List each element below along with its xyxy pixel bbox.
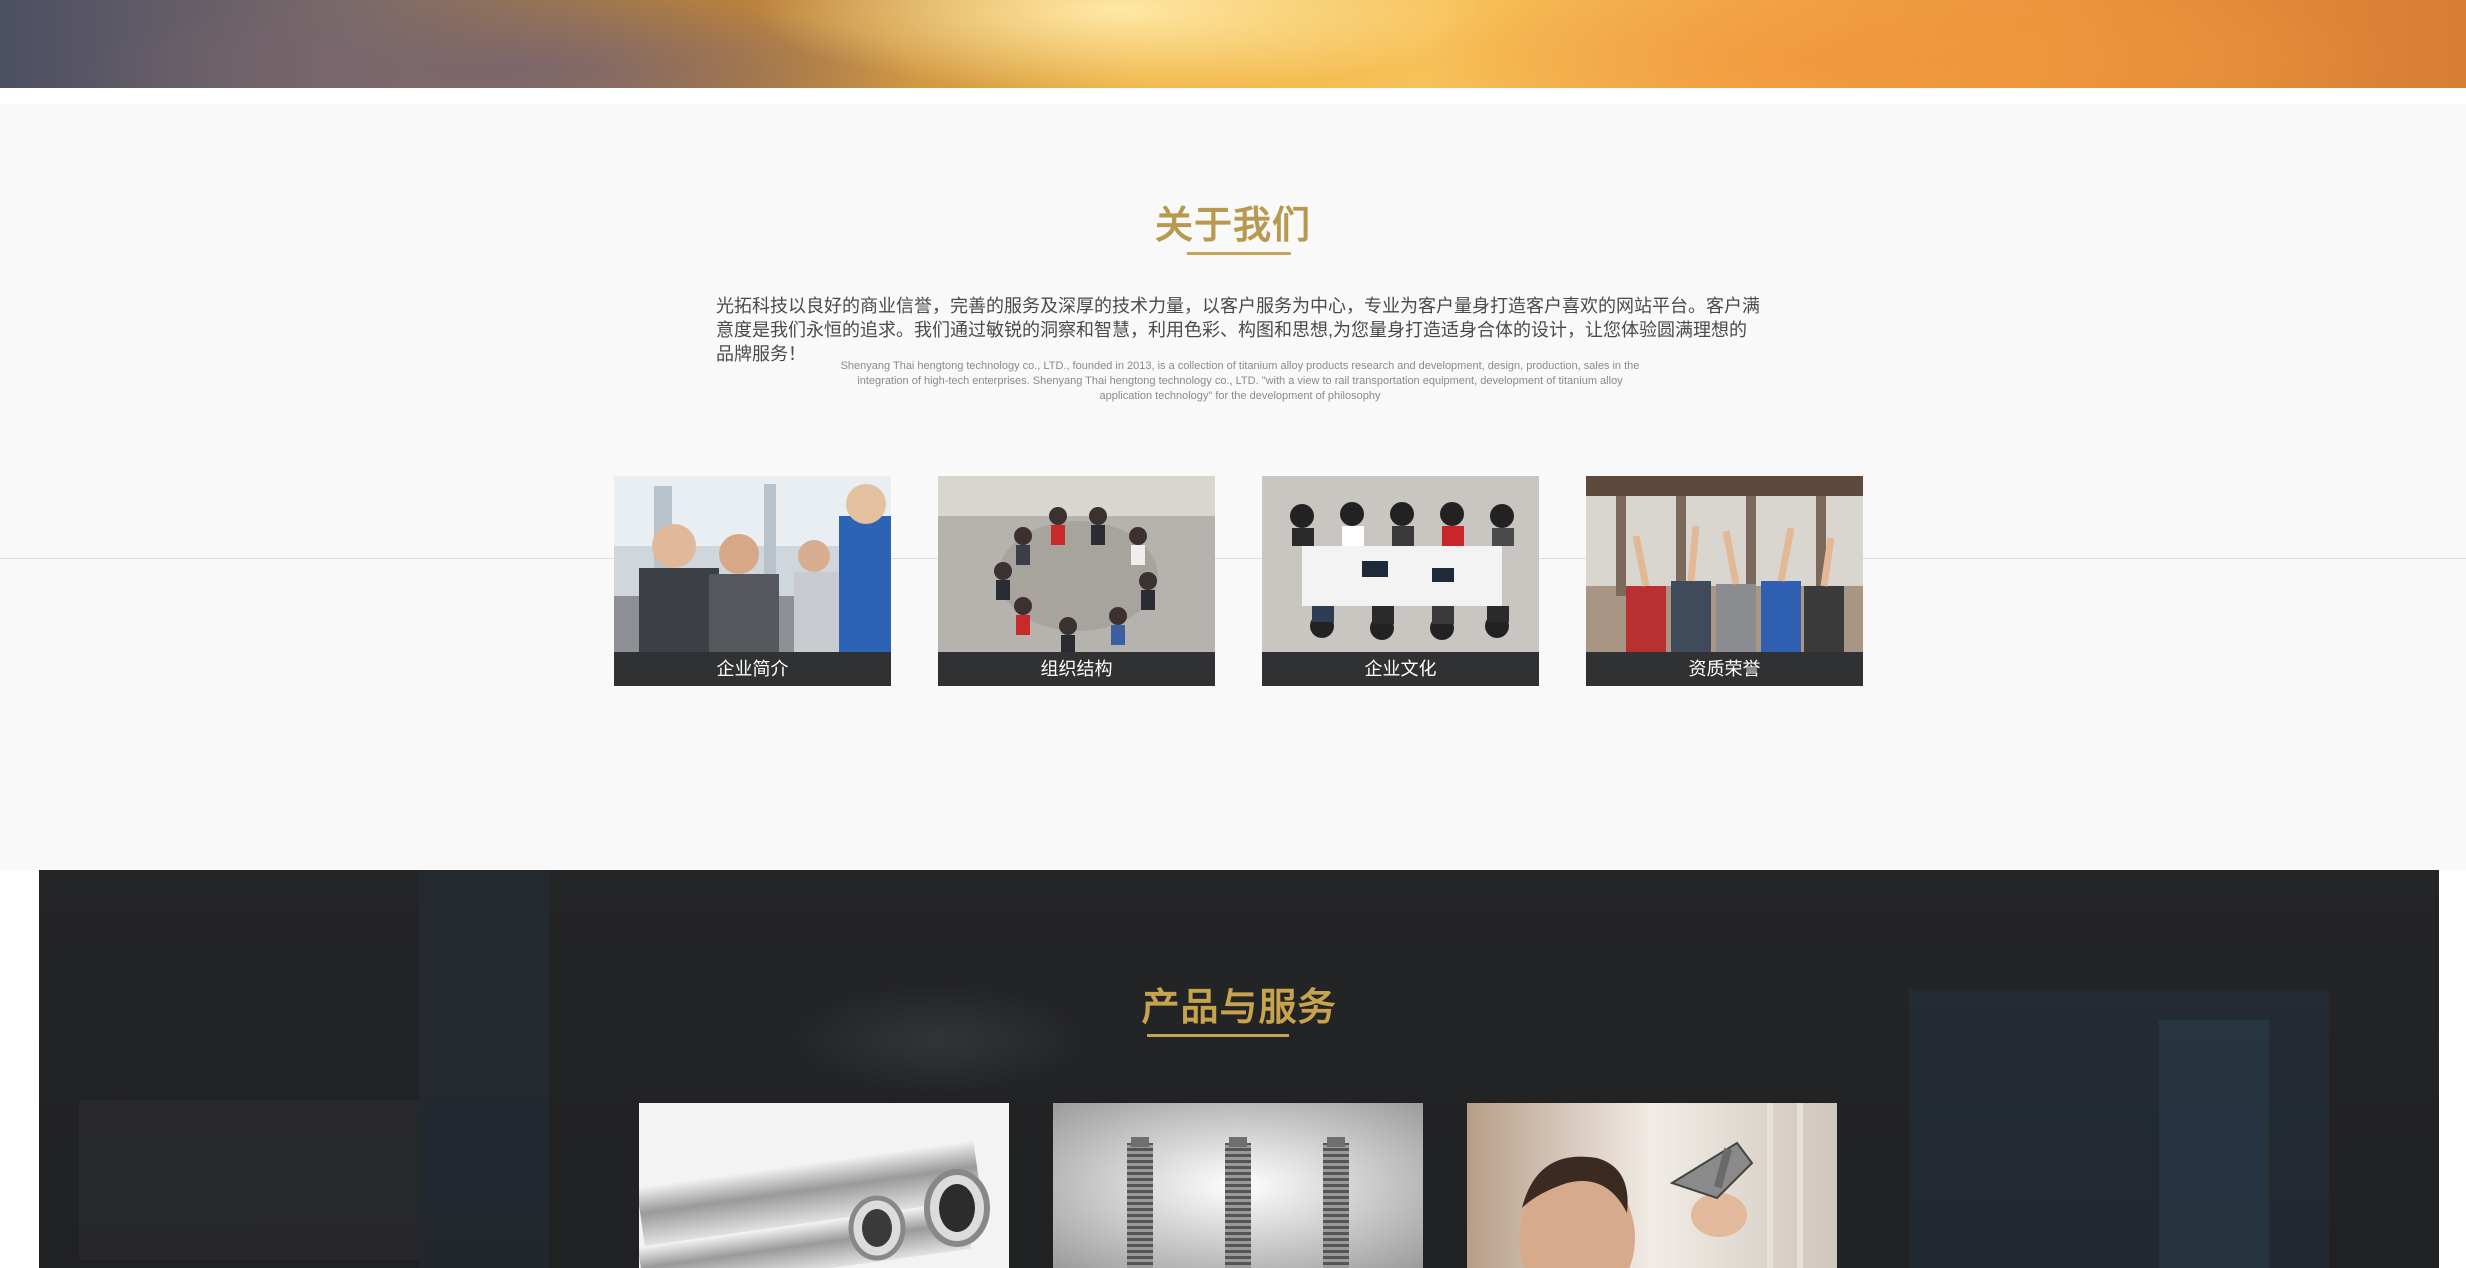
background-decoration [79, 1100, 419, 1260]
engineer-inspecting-part-photo [1467, 1103, 1837, 1268]
section-divider [0, 88, 2466, 104]
hero-banner-image [0, 0, 2466, 88]
about-english-text: Shenyang Thai hengtong technology co., L… [840, 360, 1640, 402]
product-card-pipes[interactable] [639, 1103, 1009, 1268]
about-title: 关于我们 [1154, 205, 1311, 247]
about-section: 关于我们 光拓科技以良好的商业信誉，完善的服务及深厚的技术力量，以客户服务为中心… [0, 104, 2466, 870]
about-intro-text: 光拓科技以良好的商业信誉，完善的服务及深厚的技术力量，以客户服务为中心，专业为客… [716, 296, 1760, 364]
background-decoration [2159, 1020, 2269, 1268]
steel-pipes-photo [639, 1103, 1009, 1268]
about-card-profile[interactable]: 企业简介 [614, 476, 891, 686]
card-label: 组织结构 [938, 652, 1215, 686]
product-card-threaded-rods[interactable] [1053, 1103, 1423, 1268]
about-card-honors[interactable]: 资质荣誉 [1586, 476, 1863, 686]
products-title-underline [1147, 1034, 1289, 1037]
team-celebration-photo [1586, 476, 1863, 652]
background-decoration [419, 870, 549, 1268]
card-label: 企业简介 [614, 652, 891, 686]
about-divider-line [0, 558, 2466, 559]
threaded-rods-photo [1053, 1103, 1423, 1268]
conference-table-photo [1262, 476, 1539, 652]
about-card-organization[interactable]: 组织结构 [938, 476, 1215, 686]
business-meeting-photo [614, 476, 891, 652]
products-section: 产品与服务 [39, 870, 2439, 1268]
about-card-culture[interactable]: 企业文化 [1262, 476, 1539, 686]
team-circle-photo [938, 476, 1215, 652]
about-title-underline [1187, 252, 1291, 255]
product-card-inspection[interactable] [1467, 1103, 1837, 1268]
card-label: 资质荣誉 [1586, 652, 1863, 686]
products-title: 产品与服务 [1141, 987, 1337, 1029]
card-label: 企业文化 [1262, 652, 1539, 686]
